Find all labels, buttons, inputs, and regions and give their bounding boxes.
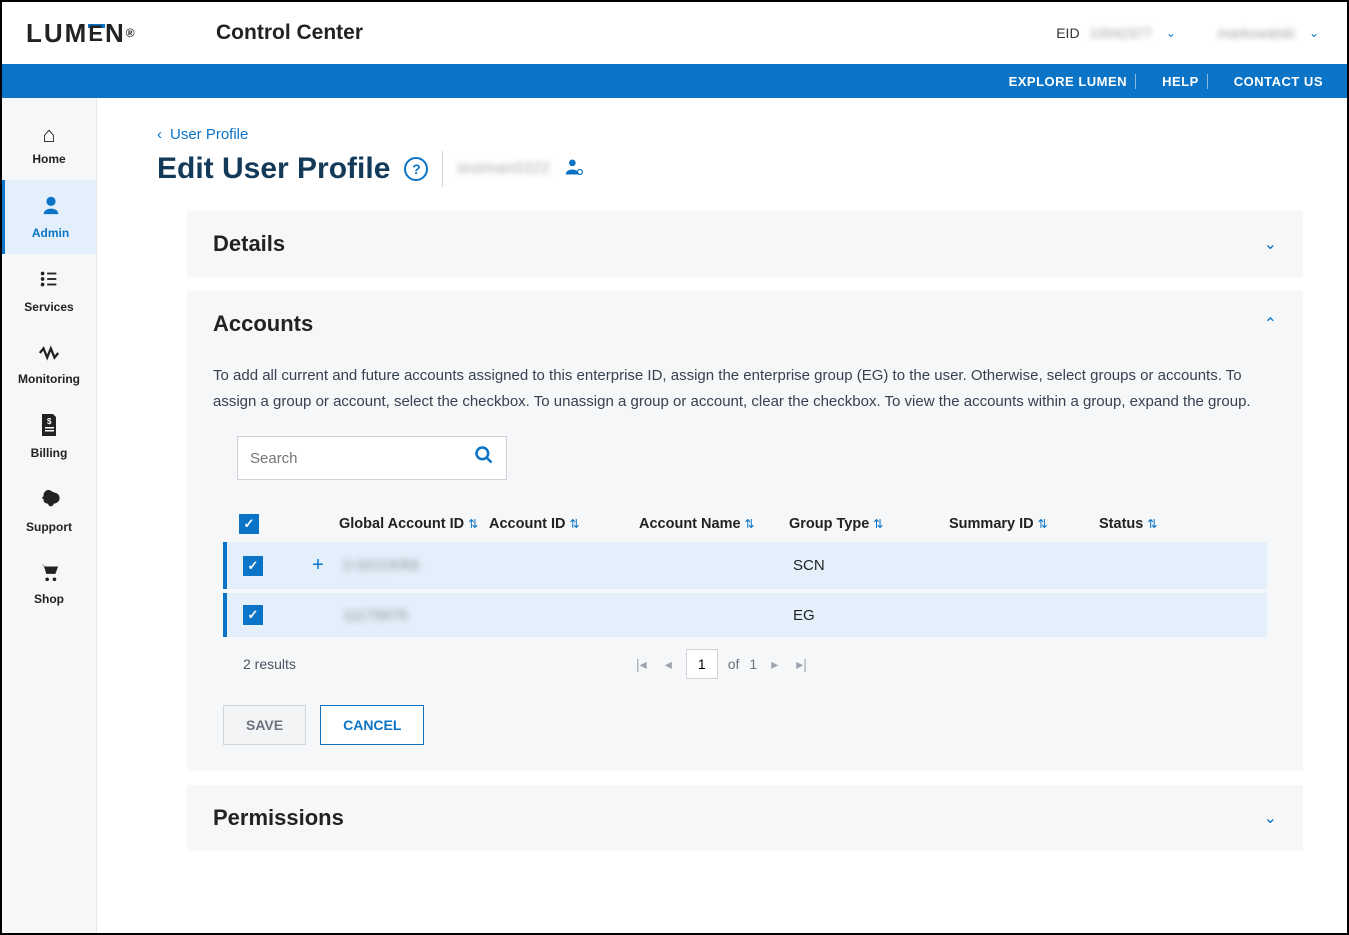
topbar: LUMEN® Control Center EID 10042377 ⌄ mar… <box>2 2 1347 64</box>
utility-bar: EXPLORE LUMEN HELP CONTACT US <box>2 64 1347 98</box>
panel-accounts-header[interactable]: Accounts ⌃ <box>187 291 1303 357</box>
sort-icon: ⇅ <box>1147 517 1157 531</box>
chevron-left-icon: ‹ <box>157 126 162 143</box>
pager-prev-button[interactable]: ◂ <box>661 654 676 675</box>
table-row: ✓ + 2-GCCKR6 SCN <box>223 542 1267 589</box>
col-status[interactable]: Status⇅ <box>1099 516 1219 532</box>
app-title: Control Center <box>216 21 363 45</box>
cancel-button[interactable]: CANCEL <box>320 705 424 745</box>
panel-permissions: Permissions ⌄ <box>187 785 1303 851</box>
chevron-up-icon: ⌃ <box>1264 314 1277 334</box>
expand-row-button[interactable]: + <box>293 554 343 577</box>
sidebar-item-label: Services <box>24 300 73 314</box>
row-checkbox[interactable]: ✓ <box>243 556 263 576</box>
eid-selector[interactable]: EID 10042377 ⌄ markowalski ⌄ <box>1056 25 1323 41</box>
search-box[interactable] <box>237 436 507 480</box>
row-checkbox[interactable]: ✓ <box>243 605 263 625</box>
support-icon <box>38 488 60 516</box>
panel-title: Permissions <box>213 805 344 831</box>
services-icon <box>38 268 60 296</box>
eid-value: 10042377 <box>1090 25 1152 41</box>
col-global-account-id[interactable]: Global Account ID⇅ <box>339 516 489 532</box>
contact-us-link[interactable]: CONTACT US <box>1226 74 1323 89</box>
panel-title: Details <box>213 231 285 257</box>
save-button[interactable]: SAVE <box>223 705 306 745</box>
search-input[interactable] <box>250 450 474 467</box>
pager-total-pages: 1 <box>749 656 757 672</box>
pager: |◂ ◂ of 1 ▸ ▸| <box>632 649 811 679</box>
home-icon: ⌂ <box>42 122 55 148</box>
admin-icon <box>40 194 62 222</box>
sidebar-item-shop[interactable]: Shop <box>2 548 96 620</box>
panel-permissions-header[interactable]: Permissions ⌄ <box>187 785 1303 851</box>
monitoring-icon <box>38 342 60 368</box>
panel-description: To add all current and future accounts a… <box>213 363 1277 414</box>
shop-icon <box>38 562 60 588</box>
panel-details-header[interactable]: Details ⌄ <box>187 211 1303 277</box>
action-row: SAVE CANCEL <box>223 705 1277 745</box>
sidebar-item-support[interactable]: Support <box>2 474 96 548</box>
cell-global-account-id: 11175676 <box>343 607 493 624</box>
chevron-down-icon: ⌄ <box>1264 808 1277 828</box>
chevron-down-icon[interactable]: ⌄ <box>1305 26 1323 40</box>
sort-icon: ⇅ <box>1038 517 1048 531</box>
panel-title: Accounts <box>213 311 313 337</box>
sidebar-item-monitoring[interactable]: Monitoring <box>2 328 96 400</box>
user-settings-icon[interactable] <box>564 157 584 182</box>
search-icon[interactable] <box>474 445 494 471</box>
sidebar-item-label: Shop <box>34 592 64 606</box>
sidebar-item-label: Monitoring <box>18 372 80 386</box>
pager-of-label: of <box>728 656 740 672</box>
sidebar-item-home[interactable]: ⌂ Home <box>2 108 96 180</box>
sidebar-item-services[interactable]: Services <box>2 254 96 328</box>
table-row: ✓ 11175676 EG <box>223 593 1267 637</box>
pager-first-button[interactable]: |◂ <box>632 654 651 675</box>
pager-next-button[interactable]: ▸ <box>767 654 782 675</box>
help-link[interactable]: HELP <box>1154 74 1208 89</box>
table-footer: 2 results |◂ ◂ of 1 ▸ ▸| <box>223 649 1267 679</box>
col-account-name[interactable]: Account Name⇅ <box>639 516 789 532</box>
accounts-table: ✓ Global Account ID⇅ Account ID⇅ Account… <box>223 504 1267 679</box>
sidebar-item-label: Admin <box>32 226 69 240</box>
panel-details: Details ⌄ <box>187 211 1303 277</box>
results-count: 2 results <box>243 656 296 672</box>
cell-group-type: EG <box>793 607 953 624</box>
sort-icon: ⇅ <box>873 517 883 531</box>
sidebar: ⌂ Home Admin Services Monitoring $ Bill <box>2 98 97 933</box>
panel-accounts: Accounts ⌃ To add all current and future… <box>187 291 1303 771</box>
pager-current-input[interactable] <box>686 649 718 679</box>
cell-global-account-id: 2-GCCKR6 <box>343 557 493 574</box>
sort-icon: ⇅ <box>745 517 755 531</box>
pager-last-button[interactable]: ▸| <box>792 654 811 675</box>
svg-text:$: $ <box>47 417 52 426</box>
sidebar-item-billing[interactable]: $ Billing <box>2 400 96 474</box>
eid-label: EID <box>1056 25 1079 41</box>
help-icon[interactable]: ? <box>404 157 428 181</box>
sidebar-item-label: Billing <box>31 446 68 460</box>
page-title: Edit User Profile <box>157 152 390 186</box>
main-content: ‹ User Profile Edit User Profile ? testm… <box>97 98 1347 933</box>
billing-icon: $ <box>39 414 59 442</box>
sidebar-item-label: Home <box>32 152 65 166</box>
chevron-down-icon[interactable]: ⌄ <box>1162 26 1180 40</box>
chevron-down-icon: ⌄ <box>1264 234 1277 254</box>
table-header: ✓ Global Account ID⇅ Account ID⇅ Account… <box>223 504 1267 542</box>
col-account-id[interactable]: Account ID⇅ <box>489 516 639 532</box>
username: markowalski <box>1218 25 1295 41</box>
divider <box>442 151 443 187</box>
breadcrumb-link[interactable]: User Profile <box>170 126 248 143</box>
logo[interactable]: LUMEN® <box>26 18 216 49</box>
sort-icon: ⇅ <box>468 517 478 531</box>
cell-group-type: SCN <box>793 557 953 574</box>
profile-username: testman0322 <box>457 160 550 178</box>
sort-icon: ⇅ <box>570 517 580 531</box>
sidebar-item-admin[interactable]: Admin <box>2 180 96 254</box>
page-title-row: Edit User Profile ? testman0322 <box>157 151 1303 187</box>
col-group-type[interactable]: Group Type⇅ <box>789 516 949 532</box>
explore-lumen-link[interactable]: EXPLORE LUMEN <box>1001 74 1136 89</box>
col-summary-id[interactable]: Summary ID⇅ <box>949 516 1099 532</box>
breadcrumb[interactable]: ‹ User Profile <box>157 126 1303 143</box>
checkbox-select-all[interactable]: ✓ <box>239 514 259 534</box>
sidebar-item-label: Support <box>26 520 72 534</box>
